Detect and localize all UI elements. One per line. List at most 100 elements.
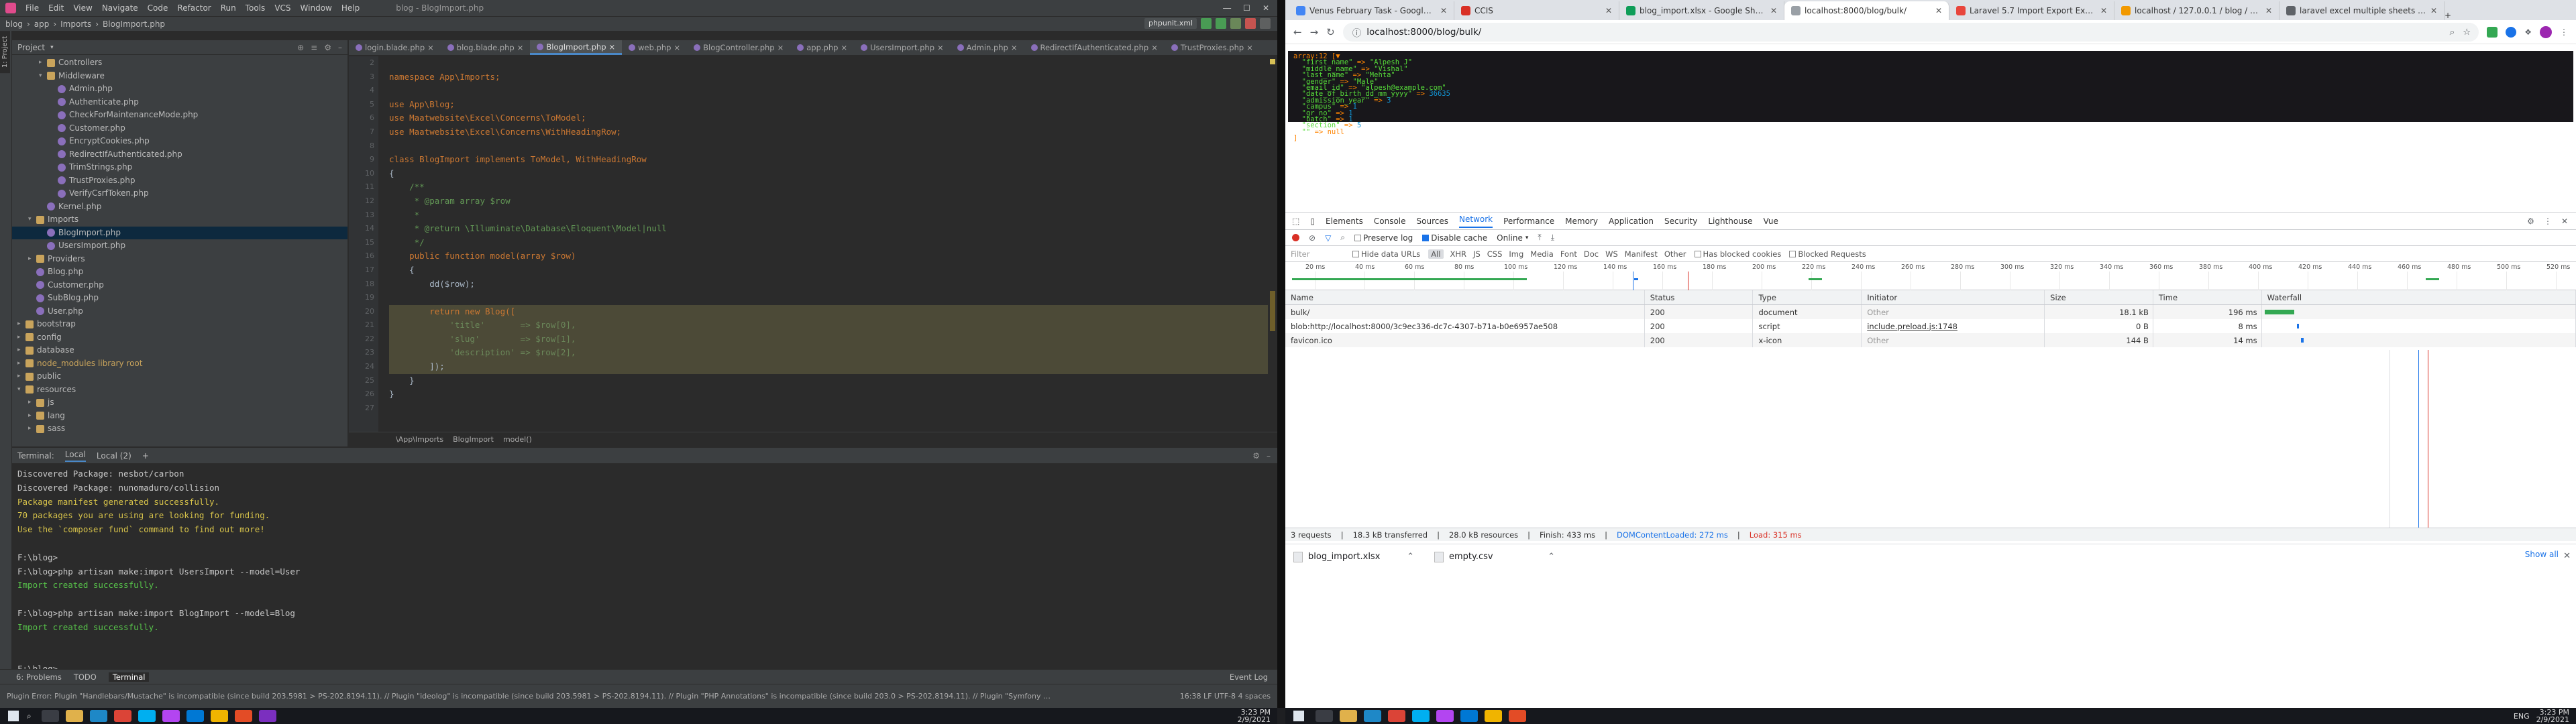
locate-icon[interactable]: ⊕ (297, 43, 304, 52)
search-icon[interactable] (1260, 18, 1271, 29)
todo-tab[interactable]: TODO (74, 672, 97, 682)
edge-icon[interactable] (1364, 710, 1381, 722)
minimize-icon[interactable]: ― (1223, 3, 1231, 13)
editor-tab[interactable]: RedirectIfAuthenticated.php × (1024, 40, 1165, 55)
tree-item[interactable]: TrimStrings.php (12, 161, 347, 174)
extension-icon[interactable] (2487, 26, 2498, 38)
tree-item[interactable]: ▸ config (12, 331, 347, 345)
close-icon[interactable]: × (1151, 40, 1158, 55)
blocked-cookies-checkbox[interactable]: Has blocked cookies (1694, 249, 1781, 259)
info-icon[interactable]: ⓘ (1352, 25, 1362, 39)
close-icon[interactable]: ✕ (2430, 6, 2437, 15)
tree-item[interactable]: Blog.php (12, 265, 347, 279)
terminal-tab-local[interactable]: Local (64, 450, 86, 462)
zoom-icon[interactable]: ⌕ (2450, 27, 2455, 38)
column-header[interactable]: Status (1645, 290, 1754, 304)
gear-icon[interactable]: ⚙ (1252, 451, 1260, 461)
close-icon[interactable]: ✕ (1935, 6, 1942, 15)
task-view-icon[interactable] (1316, 710, 1333, 722)
explorer-icon[interactable] (65, 710, 83, 722)
status-message[interactable]: Plugin Error: Plugin "Handlebars/Mustach… (7, 692, 1053, 701)
app-icon[interactable] (258, 710, 276, 722)
expanded-icon[interactable]: ▾ (39, 70, 47, 83)
app-icon[interactable] (210, 710, 228, 722)
skype-icon[interactable] (1412, 710, 1430, 722)
browser-tab[interactable]: localhost / 127.0.0.1 / blog / blo ✕ (2114, 1, 2279, 20)
back-icon[interactable]: ← (1293, 26, 1302, 38)
close-icon[interactable]: × (517, 40, 524, 55)
column-header[interactable]: Type (1753, 290, 1862, 304)
devtools-tab[interactable]: Vue (1763, 217, 1778, 226)
tree-item[interactable]: ▸ bootstrap (12, 318, 347, 331)
edge-icon[interactable] (89, 710, 107, 722)
collapsed-icon[interactable]: ▸ (17, 357, 25, 371)
clear-icon[interactable]: ⊘ (1309, 233, 1316, 243)
menu-item-help[interactable]: Help (341, 3, 360, 13)
hide-data-urls-checkbox[interactable]: Hide data URLs (1352, 249, 1420, 259)
browser-tab[interactable]: laravel excel multiple sheets with ✕ (2279, 1, 2445, 20)
profile-avatar[interactable] (2540, 25, 2552, 38)
run-config-select[interactable]: phpunit.xml (1144, 18, 1197, 29)
collapse-icon[interactable]: ≡ (311, 43, 317, 52)
type-filter-img[interactable]: Img (1509, 249, 1523, 259)
type-filter-all[interactable]: All (1428, 249, 1444, 259)
column-header[interactable]: Name (1285, 290, 1645, 304)
app-icon[interactable] (1485, 710, 1502, 722)
skype-icon[interactable] (138, 710, 156, 722)
expanded-icon[interactable]: ▾ (17, 383, 25, 397)
devtools-tab[interactable]: Security (1664, 217, 1697, 226)
tree-item[interactable]: Customer.php (12, 279, 347, 292)
inspect-icon[interactable]: ⬚ (1292, 217, 1299, 226)
download-item[interactable]: blog_import.xlsx ⌃ (1293, 551, 1414, 562)
show-all-downloads-button[interactable]: Show all (2525, 550, 2559, 559)
close-icon[interactable]: × (777, 40, 784, 55)
throttle-select[interactable]: Online (1497, 233, 1523, 243)
editor-tab[interactable]: BlogImport.php × (530, 40, 623, 55)
tree-item[interactable]: ▸ node_modules library root (12, 357, 347, 371)
status-right[interactable]: 16:38 LF UTF-8 4 spaces (1180, 692, 1271, 701)
terminal-tab-local-2[interactable]: Local (2) (97, 451, 131, 461)
close-icon[interactable]: ✕ (2265, 6, 2272, 15)
chrome-icon[interactable] (1388, 710, 1405, 722)
chevron-down-icon[interactable]: ▾ (1525, 235, 1529, 241)
editor-tab[interactable]: BlogController.php × (687, 40, 790, 55)
tree-item[interactable]: ▾ resources (12, 383, 347, 397)
type-filter-manifest[interactable]: Manifest (1625, 249, 1658, 259)
close-icon[interactable]: × (674, 40, 680, 55)
menu-item-vcs[interactable]: VCS (274, 3, 290, 13)
type-filter-css[interactable]: CSS (1487, 249, 1503, 259)
tree-item[interactable]: ▸ lang (12, 410, 347, 423)
windows-start-icon[interactable] (1293, 711, 1304, 721)
terminal-output[interactable]: Discovered Package: nesbot/carbon Discove… (12, 463, 1277, 680)
app-icon[interactable] (234, 710, 252, 722)
new-tab-icon[interactable]: + (2445, 11, 2451, 20)
mail-icon[interactable] (1460, 710, 1478, 722)
tree-item[interactable]: ▸ Providers (12, 253, 347, 266)
close-icon[interactable]: ✕ (1770, 6, 1777, 15)
close-icon[interactable]: ✕ (1605, 6, 1612, 15)
tree-item[interactable]: BlogImport.php (12, 226, 347, 239)
close-icon[interactable]: ✕ (1263, 3, 1269, 13)
editor-breadcrumb-item[interactable]: model() (503, 435, 532, 444)
tree-item[interactable]: ▸ public (12, 370, 347, 383)
devtools-tab[interactable]: Application (1609, 217, 1654, 226)
chevron-down-icon[interactable]: ▾ (50, 44, 54, 51)
tree-item[interactable]: Authenticate.php (12, 96, 347, 109)
editor-breadcrumb-item[interactable]: BlogImport (453, 435, 494, 444)
tree-item[interactable]: ▾ Middleware (12, 70, 347, 83)
devtools-tab[interactable]: Console (1374, 217, 1406, 226)
hide-icon[interactable]: – (1267, 451, 1271, 461)
menu-kebab-icon[interactable]: ⋮ (2560, 27, 2568, 37)
project-tool-tab[interactable]: 1: Project (0, 31, 10, 74)
collapsed-icon[interactable]: ▸ (17, 331, 25, 345)
close-icon[interactable]: × (1246, 40, 1253, 55)
collapsed-icon[interactable]: ▸ (28, 253, 36, 266)
collapsed-icon[interactable]: ▸ (28, 410, 36, 423)
menu-item-refactor[interactable]: Refactor (177, 3, 211, 13)
breadcrumb-item[interactable]: app (34, 19, 50, 29)
problems-tab[interactable]: 6: Problems (16, 672, 62, 682)
search-icon[interactable]: ⌕ (27, 711, 32, 721)
address-bar[interactable]: ⓘ localhost:8000/blog/bulk/ ⌕ ☆ (1342, 22, 2479, 42)
tree-item[interactable]: VerifyCsrfToken.php (12, 187, 347, 200)
collapsed-icon[interactable]: ▸ (39, 56, 47, 70)
